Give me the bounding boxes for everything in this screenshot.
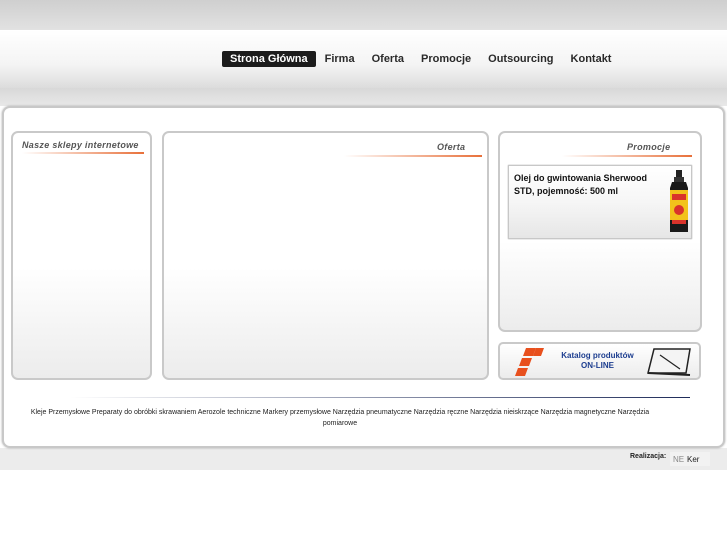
catalog-logo-icon: [515, 348, 544, 376]
offer-panel-title: Oferta: [437, 142, 466, 152]
offer-panel-underline: [344, 155, 482, 157]
footer-logo[interactable]: NE Ker: [670, 452, 710, 466]
nav-oferta[interactable]: Oferta: [364, 51, 412, 67]
catalog-line1[interactable]: Katalog produktów: [560, 351, 635, 361]
header-shadow-band: [0, 88, 727, 106]
promo-panel-underline: [562, 155, 692, 157]
promo-product-card[interactable]: Olej do gwintowania Sherwood STD, pojemn…: [508, 165, 692, 239]
product-bottle-icon: [670, 170, 688, 232]
category-link[interactable]: Narzędzia magnetyczne: [541, 409, 616, 416]
top-bar: [0, 0, 727, 30]
main-nav: Strona Główna Firma Oferta Promocje Outs…: [222, 51, 620, 67]
svg-text:NE: NE: [673, 455, 684, 464]
catalog-text[interactable]: Katalog produktów ON-LINE: [560, 351, 635, 371]
promo-product-text[interactable]: Olej do gwintowania Sherwood STD, pojemn…: [514, 172, 664, 198]
offer-panel: Oferta: [162, 131, 489, 380]
shops-panel-underline: [22, 152, 144, 154]
footer-band: [0, 448, 727, 470]
shops-panel-title: Nasze sklepy internetowe: [22, 140, 139, 150]
category-link[interactable]: Aerozole techniczne: [198, 409, 261, 416]
category-link[interactable]: Narzędzia nieiskrzące: [470, 409, 538, 416]
category-link[interactable]: Kleje Przemysłowe: [31, 409, 90, 416]
categories-divider: [70, 397, 690, 398]
nav-strona-glowna[interactable]: Strona Główna: [222, 51, 316, 67]
realizacja-logo-icon: NE Ker: [670, 452, 710, 466]
nav-outsourcing[interactable]: Outsourcing: [480, 51, 561, 67]
nav-firma[interactable]: Firma: [317, 51, 363, 67]
category-link[interactable]: Markery przemysłowe: [263, 409, 331, 416]
catalog-online-banner[interactable]: Katalog produktów ON-LINE: [498, 342, 701, 380]
category-link[interactable]: Narzędzia pneumatyczne: [333, 409, 412, 416]
footer-realizacja-label: Realizacja:: [630, 453, 667, 460]
category-links: Kleje Przemysłowe Preparaty do obróbki s…: [20, 407, 660, 429]
category-link[interactable]: Preparaty do obróbki skrawaniem: [92, 409, 196, 416]
shops-panel: Nasze sklepy internetowe: [11, 131, 152, 380]
laptop-icon: [647, 348, 691, 376]
nav-promocje[interactable]: Promocje: [413, 51, 479, 67]
promo-panel: Promocje Olej do gwintowania Sherwood ST…: [498, 131, 702, 332]
nav-kontakt[interactable]: Kontakt: [563, 51, 620, 67]
promo-panel-title: Promocje: [627, 142, 671, 152]
category-link[interactable]: Narzędzia ręczne: [414, 409, 468, 416]
catalog-line2[interactable]: ON-LINE: [560, 361, 635, 371]
footer-logo-text: Ker: [687, 455, 700, 464]
